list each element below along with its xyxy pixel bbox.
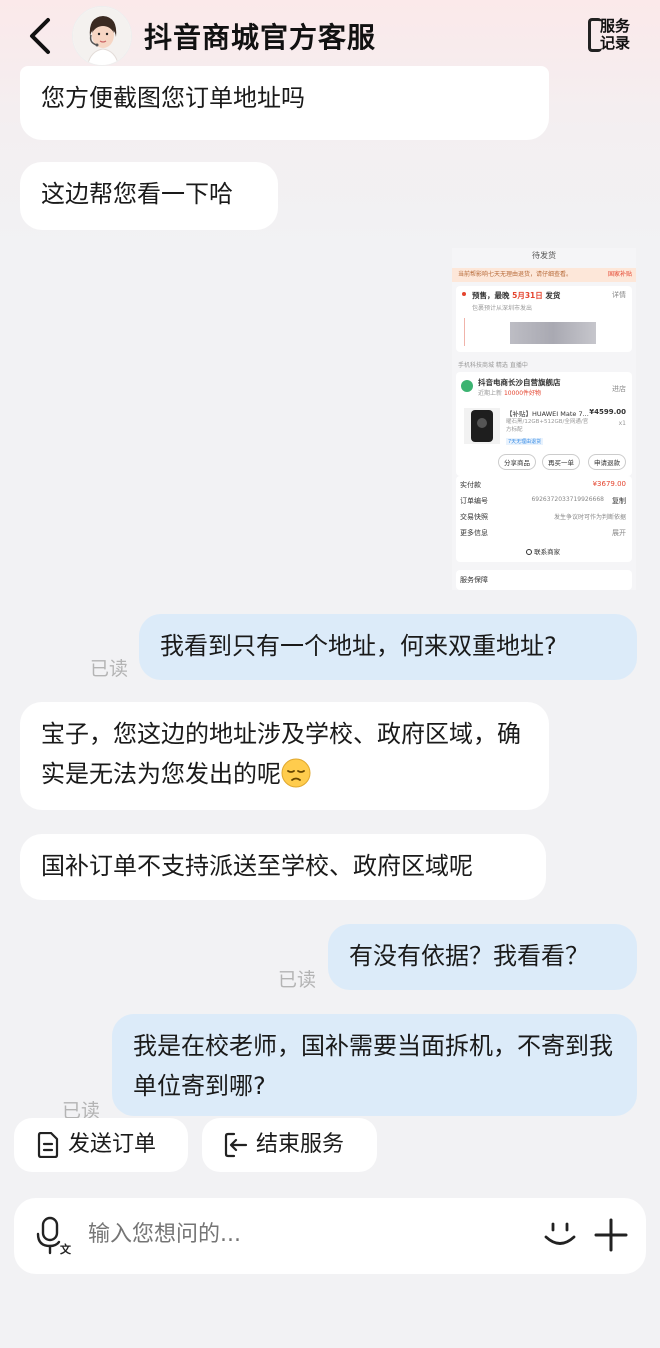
more-button[interactable] [594, 1218, 628, 1256]
message-text: 我是在校老师，国补需要当面拆机，不寄到我单位寄到哪? [133, 1032, 613, 1100]
guarantee-label: 服务保障 [460, 576, 488, 584]
message-input[interactable] [88, 1222, 508, 1247]
svg-text:文: 文 [60, 1242, 72, 1256]
service-record-button[interactable]: 服务记录 [588, 14, 636, 60]
paid-value: ¥3679.00 [592, 480, 626, 488]
blurred-address [510, 322, 596, 344]
screenshot-store-card: 抖音电商长沙自营旗舰店 近期上新 10000件好物 进店 【补贴】HUAWEI … [456, 372, 632, 476]
emoji-button[interactable] [542, 1216, 578, 1256]
refund-button: 申请退款 [588, 454, 626, 470]
microphone-translate-icon: 文 [36, 1216, 72, 1256]
more-label: 更多信息 [460, 529, 488, 537]
expand-link: 展开 [612, 529, 626, 537]
presale-line: 预售，最晚 5月31日 发货 [472, 290, 560, 301]
end-service-label: 结束服务 [256, 1132, 345, 1157]
message-text: 国补订单不支持派送至学校、政府区域呢 [41, 852, 473, 880]
back-button[interactable] [24, 14, 64, 58]
message-bubble-user: 有没有依据？我看看？ [328, 924, 637, 990]
screenshot-page-title: 待发货 [532, 251, 556, 260]
read-receipt: 已读 [90, 658, 129, 680]
snapshot-value: 发生争议时可作为判断依据 [553, 514, 626, 521]
product-name: 【补贴】HUAWEI Mate 7... [506, 410, 589, 418]
status-dot [462, 292, 466, 296]
store-sub-count: 10000件好物 [503, 390, 542, 397]
timeline [464, 318, 465, 346]
send-order-label: 发送订单 [68, 1132, 157, 1157]
message-bubble-agent: 国补订单不支持派送至学校、政府区域呢 [20, 834, 546, 900]
screenshot-notice-text: 当前帮影响七天无理由退货，请仔细查看。 [458, 271, 573, 278]
message-text: 有没有依据？我看看？ [349, 942, 589, 970]
store-sub-text: 近期上新 [478, 390, 503, 397]
screenshot-breadcrumb: 手机科技商城 精选 直播中 [458, 362, 528, 369]
screenshot-order-info: 实付款 ¥3679.00 订单编号 6926372033719926668 复制… [456, 476, 632, 562]
page-title: 抖音商城官方客服 [144, 21, 377, 54]
paid-label: 实付款 [460, 481, 481, 489]
exit-icon [224, 1132, 248, 1158]
ship-from: 包裹预计从深圳市发出 [472, 305, 533, 312]
presale-ship: 发货 [545, 291, 561, 300]
snapshot-label: 交易快照 [460, 513, 488, 521]
message-bubble-agent: 宝子，您这边的地址涉及学校、政府区域，确实是无法为您发出的呢 [20, 702, 549, 810]
product-qty: x1 [618, 420, 626, 427]
chat-icon [526, 549, 532, 555]
send-order-button[interactable]: 发送订单 [14, 1118, 188, 1172]
message-bubble-agent: 您方便截图您订单地址吗 [20, 66, 549, 140]
rebuy-button: 再买一单 [542, 454, 580, 470]
voice-button[interactable]: 文 [36, 1216, 76, 1260]
contact-merchant: 联系商家 [526, 546, 560, 556]
screenshot-notice-right: 国家补贴 [607, 271, 632, 278]
agent-portrait-icon [73, 7, 131, 65]
order-value: 6926372033719926668 [531, 496, 604, 503]
presale-date: 5月31日 [512, 291, 543, 300]
chevron-left-icon [30, 18, 50, 54]
message-bubble-user: 我看到只有一个地址，何来双重地址? [139, 614, 637, 680]
copy-link: 复制 [612, 497, 626, 505]
share-product-button: 分享商品 [498, 454, 536, 470]
message-text: 我看到只有一个地址，何来双重地址? [160, 632, 557, 660]
presale-text: 预售，最晚 [472, 291, 510, 300]
message-text: 您方便截图您订单地址吗 [41, 84, 305, 112]
contact-merchant-label: 联系商家 [534, 548, 561, 556]
store-enter: 进店 [612, 385, 626, 393]
chat-header: 抖音商城官方客服 服务记录 [0, 0, 660, 74]
product-tag: 7天无理由退货 [506, 438, 544, 445]
screenshot-guarantee: 服务保障 [456, 570, 632, 590]
screenshot-notice: 当前帮影响七天无理由退货，请仔细查看。 国家补贴 [452, 268, 636, 282]
message-bubble-user: 我是在校老师，国补需要当面拆机，不寄到我单位寄到哪? [112, 1014, 637, 1116]
store-logo-icon [461, 380, 473, 392]
product-image [464, 408, 500, 444]
chat-input-bar: 文 [14, 1198, 646, 1274]
message-text: 这边帮您看一下哈 [41, 180, 233, 208]
store-sub: 近期上新 10000件好物 [478, 388, 541, 397]
detail-link: 详情 [612, 291, 626, 299]
document-icon [37, 1132, 59, 1158]
smile-icon [544, 1222, 576, 1245]
order-label: 订单编号 [460, 497, 488, 505]
read-receipt: 已读 [278, 969, 317, 991]
pensive-emoji-icon [281, 758, 311, 788]
screenshot-ship-card: 预售，最晚 5月31日 发货 详情 包裹预计从深圳市发出 [456, 286, 632, 352]
message-bubble-agent: 这边帮您看一下哈 [20, 162, 278, 230]
product-spec: 曜石黑/12GB+512GB/全网通/官方标配 [506, 419, 589, 433]
plus-icon [594, 1218, 628, 1252]
end-service-button[interactable]: 结束服务 [202, 1118, 377, 1172]
agent-avatar[interactable] [72, 6, 132, 66]
order-screenshot-image[interactable]: 待发货 当前帮影响七天无理由退货，请仔细查看。 国家补贴 预售，最晚 5月31日… [452, 248, 636, 590]
store-name: 抖音电商长沙自营旗舰店 [478, 378, 561, 387]
product-price: ¥4599.00 [589, 408, 626, 416]
service-record-label: 服务记录 [600, 17, 631, 52]
